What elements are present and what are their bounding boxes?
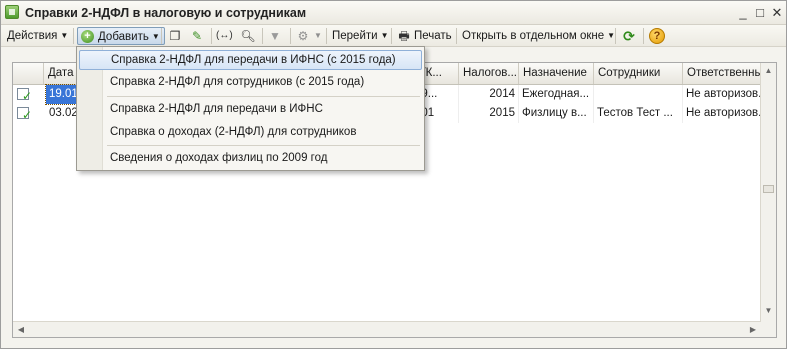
actions-label: Действия [7, 30, 58, 42]
find-in-list-icon[interactable]: (↔) [216, 28, 233, 44]
title-bar: Справки 2-НДФЛ в налоговую и сотрудникам… [1, 1, 786, 25]
scroll-thumb[interactable] [763, 185, 774, 193]
toolbar-separator [326, 28, 327, 44]
dropdown-arrow-icon: ▼ [380, 31, 389, 40]
row-date[interactable]: 19.01 [45, 84, 81, 105]
column-header-employees[interactable]: Сотрудники [594, 63, 683, 84]
add-button[interactable]: + Добавить ▼ [77, 27, 165, 45]
maximize-button[interactable]: □ [752, 5, 768, 21]
copy-icon[interactable]: ❐ [167, 28, 183, 44]
row-employees[interactable]: Тестов Тест ... [594, 104, 683, 123]
goto-label: Перейти [332, 30, 378, 42]
open-window-label: Открыть в отдельном окне [462, 30, 605, 42]
row-responsible[interactable]: Не авторизов... [683, 104, 761, 123]
toolbar-separator [161, 28, 162, 44]
goto-menu-button[interactable]: Перейти ▼ [332, 27, 389, 45]
dropdown-arrow-icon: ▼ [151, 32, 160, 41]
toolbar-separator [456, 28, 457, 44]
print-button[interactable]: Печать [414, 27, 452, 45]
menu-item-employees-2015[interactable]: Справка 2-НДФЛ для сотрудников (с 2015 г… [79, 72, 422, 92]
scroll-up-icon[interactable]: ▲ [761, 63, 776, 79]
vertical-scrollbar[interactable]: ▲ ▼ [760, 63, 776, 337]
toolbar-separator [211, 28, 212, 44]
toolbar-separator [262, 28, 263, 44]
row-tax-period[interactable]: 2015 [459, 104, 519, 123]
add-label: Добавить [98, 31, 149, 43]
refresh-icon[interactable]: ⟳ [621, 28, 637, 44]
close-button[interactable]: ✕ [769, 5, 785, 21]
main-window: Справки 2-НДФЛ в налоговую и сотрудникам… [0, 0, 787, 349]
column-header-responsible[interactable]: Ответственны [683, 63, 761, 84]
dropdown-arrow-icon: ▼ [60, 31, 69, 40]
filter-icon[interactable]: ▼ [267, 28, 283, 44]
row-tax-period[interactable]: 2014 [459, 85, 519, 104]
column-header-tax-period[interactable]: Налогов... [459, 63, 519, 84]
settings-icon[interactable]: ⚙ [295, 28, 311, 44]
settings-dropdown-arrow-icon[interactable]: ▼ [311, 27, 322, 45]
search-icon[interactable]: 🔍︎ [240, 28, 256, 44]
open-in-window-button[interactable]: Открыть в отдельном окне ▼ [462, 27, 615, 45]
row-date[interactable]: 03.02 [46, 104, 80, 123]
printer-icon[interactable]: 🖶 [396, 28, 412, 44]
menu-separator [107, 145, 420, 146]
row-employees[interactable] [594, 85, 683, 104]
toolbar-separator [643, 28, 644, 44]
menu-item-income-employees[interactable]: Справка о доходах (2-НДФЛ) для сотрудник… [79, 122, 422, 142]
scroll-right-icon[interactable]: ▶ [745, 322, 761, 337]
toolbar-separator [290, 28, 291, 44]
form-icon [5, 5, 19, 19]
horizontal-scrollbar[interactable]: ◀ ▶ [13, 321, 761, 337]
window-title: Справки 2-НДФЛ в налоговую и сотрудникам [25, 6, 307, 20]
menu-separator [107, 96, 420, 97]
toolbar: Действия ▼ + Добавить ▼ ❐ ✎ (↔) 🔍︎ ▼ ⚙ ▼ Пе… [1, 25, 786, 47]
toolbar-separator [73, 28, 74, 44]
row-purpose[interactable]: Физлицу в... [519, 104, 594, 123]
menu-item-ifns-2015[interactable]: Справка 2-НДФЛ для передачи в ИФНС (с 20… [79, 50, 422, 70]
scroll-down-icon[interactable]: ▼ [761, 303, 776, 319]
row-purpose[interactable]: Ежегодная... [519, 85, 594, 104]
menu-item-ifns[interactable]: Справка 2-НДФЛ для передачи в ИФНС [79, 99, 422, 119]
posted-document-icon: ✓ [17, 88, 33, 102]
column-header-purpose[interactable]: Назначение [519, 63, 594, 84]
toolbar-separator [391, 28, 392, 44]
add-dropdown-menu: Справка 2-НДФЛ для передачи в ИФНС (с 20… [76, 46, 425, 171]
column-header-icon[interactable] [13, 63, 44, 84]
scroll-left-icon[interactable]: ◀ [13, 322, 29, 337]
toolbar-separator [615, 28, 616, 44]
dropdown-arrow-icon: ▼ [607, 31, 616, 40]
posted-document-icon: ✓ [17, 107, 33, 121]
row-responsible[interactable]: Не авторизов... [683, 85, 761, 104]
help-icon[interactable]: ? [649, 28, 665, 44]
actions-menu-button[interactable]: Действия ▼ [7, 27, 68, 45]
minimize-button[interactable]: _ [735, 5, 751, 21]
plus-icon: + [81, 30, 94, 43]
menu-item-income-2009[interactable]: Сведения о доходах физлиц по 2009 год [79, 148, 422, 168]
edit-icon[interactable]: ✎ [189, 28, 205, 44]
